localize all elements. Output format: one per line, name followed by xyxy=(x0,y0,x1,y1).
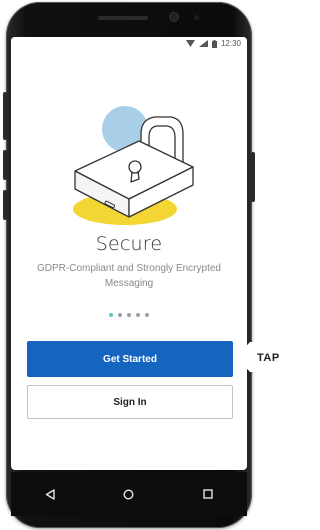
battery-icon xyxy=(211,39,217,48)
proximity-sensor xyxy=(194,15,199,20)
back-icon xyxy=(46,488,56,500)
recents-button[interactable] xyxy=(188,479,228,509)
front-camera xyxy=(170,13,178,21)
wifi-icon xyxy=(185,40,195,47)
status-time: 12:30 xyxy=(220,39,241,48)
assistant-key xyxy=(3,190,7,220)
recents-icon xyxy=(202,489,213,499)
page-dot-1[interactable] xyxy=(109,313,113,317)
status-bar: 12:30 xyxy=(11,37,247,53)
page-title: Secure xyxy=(95,233,163,255)
page-dot-2[interactable] xyxy=(118,313,122,317)
back-button[interactable] xyxy=(30,479,70,509)
page-indicator xyxy=(109,313,149,317)
page-subtitle: GDPR-Compliant and Strongly Encrypted Me… xyxy=(37,263,221,289)
tap-label: TAP xyxy=(257,352,280,364)
get-started-button[interactable]: Get Started xyxy=(27,341,233,377)
page-dot-3[interactable] xyxy=(127,313,131,317)
status-icons: 12:30 xyxy=(185,39,241,48)
system-nav-bar xyxy=(11,472,247,516)
page-dot-4[interactable] xyxy=(136,313,140,317)
home-button[interactable] xyxy=(109,479,149,509)
earpiece-speaker xyxy=(98,16,148,20)
power-key xyxy=(251,152,255,202)
home-icon xyxy=(123,488,134,500)
padlock-icon xyxy=(73,106,194,225)
volume-down-key xyxy=(3,150,7,180)
sign-in-button[interactable]: Sign In xyxy=(27,385,233,419)
volume-up-key xyxy=(3,92,7,140)
signal-icon xyxy=(198,40,208,47)
app-screen: 12:30 Secure GDPR-Compliant and Strongly… xyxy=(11,37,247,470)
page-dot-5[interactable] xyxy=(145,313,149,317)
